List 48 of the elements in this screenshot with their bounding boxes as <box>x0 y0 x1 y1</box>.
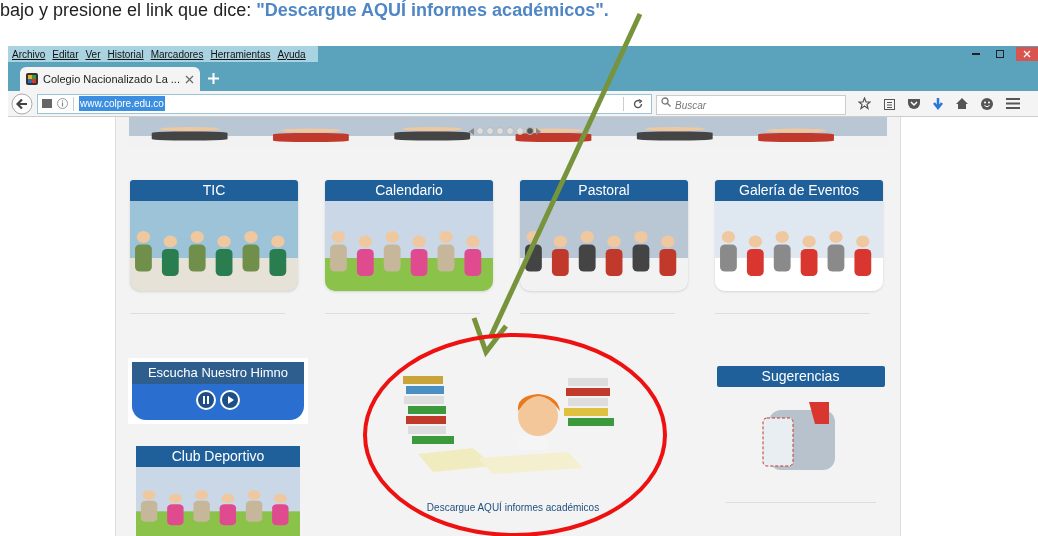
player-widget[interactable]: Escucha Nuestro Himno <box>128 358 308 424</box>
search-field[interactable]: Buscar <box>656 95 846 115</box>
bookmark-star-icon[interactable] <box>858 97 871 110</box>
menu-item[interactable]: Herramientas <box>210 46 271 62</box>
menu-item[interactable]: Marcadores <box>150 46 204 62</box>
prev-icon[interactable] <box>469 127 474 135</box>
menu-item[interactable]: Ayuda <box>277 46 306 62</box>
tile-card[interactable]: Galería de Eventos <box>715 180 883 291</box>
site-icon <box>26 73 38 85</box>
tile-header[interactable]: Galería de Eventos <box>715 180 883 201</box>
close-icon[interactable] <box>185 74 194 84</box>
reload-icon[interactable] <box>633 98 643 109</box>
tile-header[interactable]: TIC <box>130 180 298 201</box>
menu-item[interactable]: Archivo <box>12 46 46 62</box>
play-icon[interactable] <box>220 390 240 410</box>
tile-card[interactable]: Pastoral <box>520 180 688 291</box>
close-icon[interactable] <box>1016 47 1038 61</box>
download-link[interactable]: Descargue AQUÍ informes académicos <box>426 500 600 515</box>
smiley-icon[interactable] <box>981 97 993 110</box>
tile-header[interactable]: Calendario <box>325 180 493 201</box>
tile-card[interactable]: TIC <box>130 180 298 291</box>
instruction-text: bajo y presione el link que dice: <box>0 0 253 20</box>
widget-title: Escucha Nuestro Himno <box>132 362 304 384</box>
club-card[interactable]: Club Deportivo <box>136 446 300 536</box>
new-tab-icon[interactable] <box>208 73 219 84</box>
address-field[interactable]: www.colpre.edu.co <box>37 93 652 114</box>
widget-title[interactable]: Sugerencias <box>716 366 885 387</box>
tile-card[interactable]: Calendario <box>325 180 493 291</box>
tab-title: Colegio Nacionalizado La ... <box>43 71 180 87</box>
reading-list-icon[interactable] <box>884 97 895 110</box>
tile-header[interactable]: Pastoral <box>520 180 688 201</box>
menu-item[interactable]: Ver <box>85 46 101 62</box>
next-icon[interactable] <box>536 127 541 135</box>
widget-title: Club Deportivo <box>136 446 300 467</box>
menu-icon[interactable] <box>1006 98 1020 109</box>
pocket-icon[interactable] <box>908 98 920 109</box>
menu-item[interactable]: Editar <box>52 46 79 62</box>
pause-icon[interactable] <box>196 390 216 410</box>
link-text[interactable]: "Descargue AQUÍ informes académicos". <box>256 0 609 20</box>
download-icon[interactable] <box>933 97 943 110</box>
back-button[interactable] <box>11 92 33 115</box>
url-text: www.colpre.edu.co <box>79 96 165 111</box>
search-icon <box>661 96 671 107</box>
home-icon[interactable] <box>956 98 968 109</box>
info-icon[interactable] <box>57 98 68 109</box>
browser-tab[interactable]: Colegio Nacionalizado La ... <box>20 67 200 91</box>
menu-item[interactable]: Historial <box>107 46 144 62</box>
restore-icon[interactable] <box>996 50 1004 58</box>
